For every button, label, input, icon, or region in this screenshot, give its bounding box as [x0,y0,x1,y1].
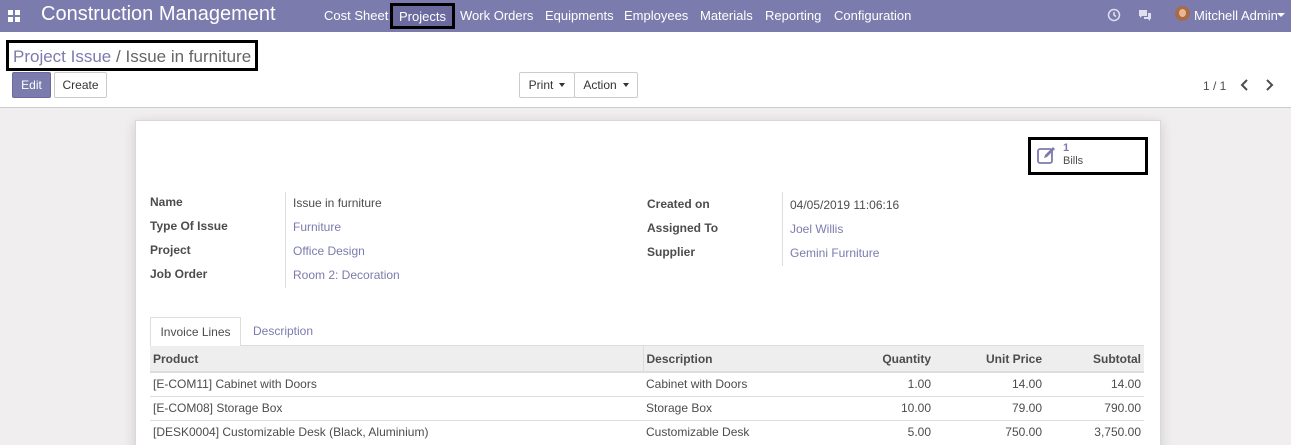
table-row[interactable]: [E-COM11] Cabinet with Doors Cabinet wit… [150,371,1144,396]
project-label: Project [150,243,191,257]
column-header-description[interactable]: Description [642,346,836,373]
menu-projects[interactable]: Projects [390,3,455,29]
quantity-cell: 10.00 [836,395,934,420]
menu-work-orders[interactable]: Work Orders [460,8,533,24]
pager-value[interactable]: 1 / 1 [1203,79,1226,93]
action-label: Action [583,78,617,92]
app-title: Construction Management [41,3,276,25]
quantity-cell: 1.00 [836,371,934,396]
column-header-subtotal[interactable]: Subtotal [1045,346,1144,373]
chevron-right-icon[interactable] [1262,78,1276,92]
chat-icon[interactable] [1137,7,1153,23]
job-order-link[interactable]: Room 2: Decoration [293,268,400,282]
caret-down-icon [622,83,629,87]
invoice-lines-table: Product Description Quantity Unit Price … [150,346,1144,444]
unit-price-cell: 14.00 [934,371,1045,396]
name-value: Issue in furniture [293,196,382,210]
apps-grid-icon[interactable] [8,10,20,22]
top-navbar: Construction Management Cost Sheet Proje… [0,0,1291,32]
tab-description[interactable]: Description [253,317,313,347]
menu-configuration[interactable]: Configuration [834,8,911,24]
tab-invoice-lines[interactable]: Invoice Lines [150,317,241,347]
table-row[interactable]: [E-COM08] Storage Box Storage Box 10.00 … [150,395,1144,420]
product-cell: [E-COM08] Storage Box [150,395,643,420]
menu-reporting[interactable]: Reporting [765,8,821,24]
control-panel: Project Issue / Issue in furniture Edit … [0,32,1291,108]
caret-down-icon [559,83,566,87]
left-group-divider [285,192,286,288]
column-header-product[interactable]: Product [150,346,643,373]
right-group-divider [782,192,783,266]
subtotal-cell: 790.00 [1045,395,1144,420]
menu-materials[interactable]: Materials [700,8,753,24]
form-sheet: 1 Bills Name Issue in furniture Type Of … [135,120,1161,445]
quantity-cell: 5.00 [836,419,934,444]
description-cell: Storage Box [643,395,836,420]
create-button[interactable]: Create [54,72,107,98]
table-row[interactable]: [DESK0004] Customizable Desk (Black, Alu… [150,419,1144,444]
description-cell: Customizable Desk [643,419,836,444]
subtotal-cell: 14.00 [1045,371,1144,396]
user-menu[interactable]: Mitchell Admin [1194,8,1278,24]
bills-smart-button[interactable]: 1 Bills [1028,137,1148,175]
assigned-to-link[interactable]: Joel Willis [790,222,843,236]
action-dropdown[interactable]: Action [574,72,638,98]
print-dropdown[interactable]: Print [519,72,575,98]
menu-equipments[interactable]: Equipments [545,8,614,24]
unit-price-cell: 79.00 [934,395,1045,420]
table-header-row: Product Description Quantity Unit Price … [150,346,1144,373]
breadcrumb-current: Issue in furniture [125,47,252,66]
supplier-label: Supplier [647,245,696,259]
breadcrumb: Project Issue / Issue in furniture [6,40,259,71]
avatar[interactable] [1175,6,1190,21]
breadcrumb-parent-link[interactable]: Project Issue [13,47,111,66]
pencil-square-icon [1037,147,1055,164]
product-cell: [DESK0004] Customizable Desk (Black, Alu… [150,419,643,444]
created-on-label: Created on [647,197,710,211]
name-label: Name [150,195,183,209]
print-label: Print [528,78,554,92]
bills-label: Bills [1063,155,1084,167]
created-on-value: 04/05/2019 11:06:16 [790,198,900,212]
job-order-label: Job Order [150,267,208,281]
chevron-left-icon[interactable] [1238,78,1252,92]
notebook-tabs: Invoice Lines Description [150,317,1144,347]
subtotal-cell: 3,750.00 [1045,419,1144,444]
caret-down-icon[interactable] [1277,13,1285,17]
product-cell: [E-COM11] Cabinet with Doors [150,371,643,396]
unit-price-cell: 750.00 [934,419,1045,444]
type-of-issue-label: Type Of Issue [150,219,228,233]
description-cell: Cabinet with Doors [643,371,836,396]
column-header-unit-price[interactable]: Unit Price [934,346,1045,373]
edit-button[interactable]: Edit [12,72,51,98]
type-of-issue-link[interactable]: Furniture [293,220,341,234]
supplier-link[interactable]: Gemini Furniture [790,246,879,260]
menu-employees[interactable]: Employees [624,8,688,24]
bills-count: 1 [1063,142,1070,154]
column-header-quantity[interactable]: Quantity [836,346,934,373]
breadcrumb-separator: / [116,47,121,66]
clock-icon[interactable] [1106,7,1122,23]
menu-cost-sheet[interactable]: Cost Sheet [324,8,388,24]
project-link[interactable]: Office Design [293,244,365,258]
assigned-to-label: Assigned To [647,221,719,235]
